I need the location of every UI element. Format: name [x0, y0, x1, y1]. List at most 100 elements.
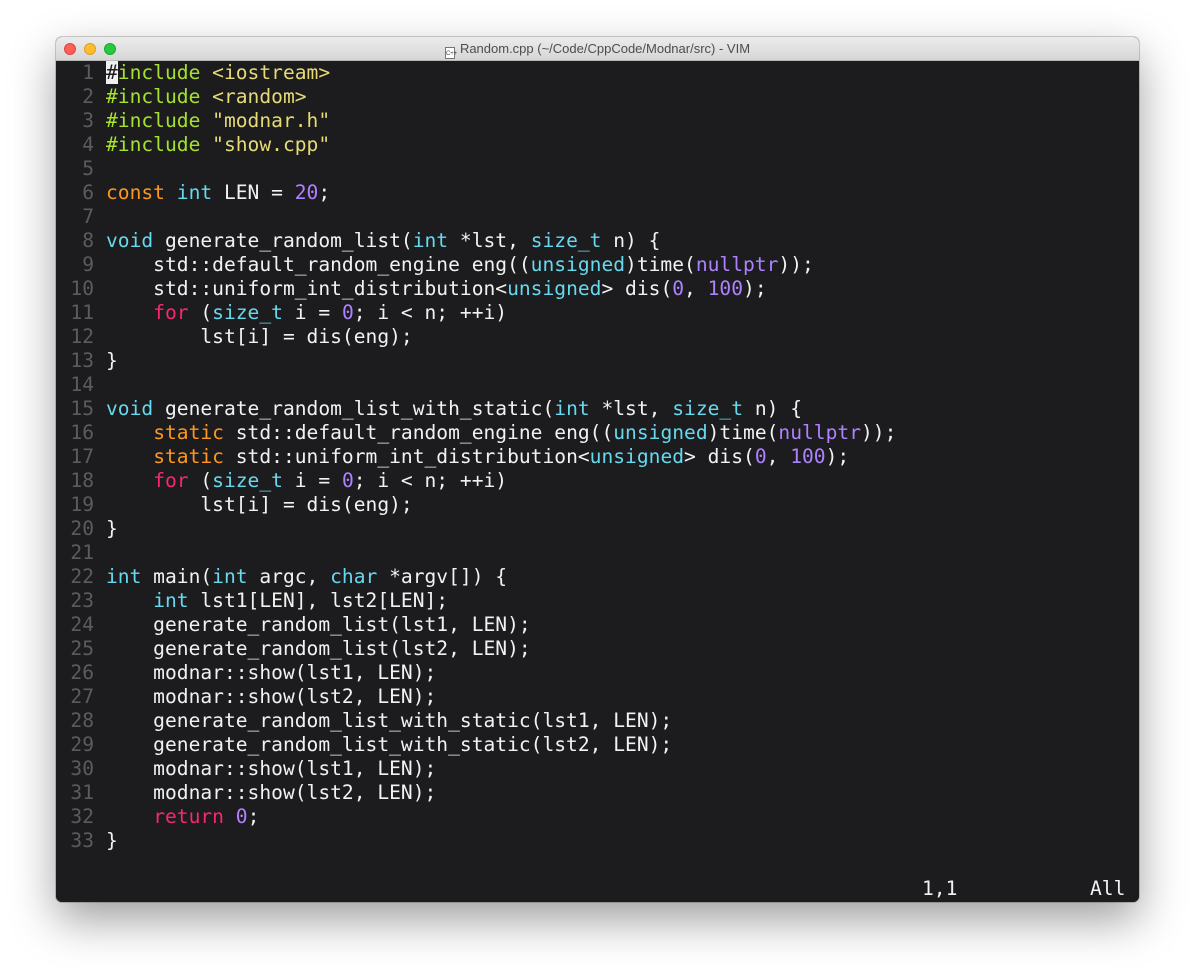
line-number: 17	[70, 445, 94, 468]
code-line[interactable]: 9 std::default_random_engine eng((unsign…	[56, 253, 1139, 277]
code-line[interactable]: 7	[56, 205, 1139, 229]
code-token: ));	[778, 253, 814, 276]
code-token: size_t	[530, 229, 602, 252]
code-token: nullptr	[778, 421, 861, 444]
code-token: std::default_random_engine eng((	[223, 421, 614, 444]
code-line[interactable]: 6 const int LEN = 20;	[56, 181, 1139, 205]
line-number: 3	[82, 109, 94, 132]
code-line[interactable]: 1 #include <iostream>	[56, 61, 1139, 85]
code-line[interactable]: 20}	[56, 517, 1139, 541]
line-number: 5	[82, 157, 94, 180]
code-line[interactable]: 25 generate_random_list(lst2, LEN);	[56, 637, 1139, 661]
code-token: ;	[247, 805, 260, 828]
scroll-position: All	[1090, 877, 1126, 900]
code-token: ));	[861, 421, 897, 444]
code-token: void	[106, 229, 154, 252]
code-token: unsigned	[613, 421, 708, 444]
code-line[interactable]: 18 for (size_t i = 0; i < n; ++i)	[56, 469, 1139, 493]
code-token: for	[153, 469, 189, 492]
code-token: 0	[341, 469, 354, 492]
code-token: (	[188, 301, 213, 324]
code-line[interactable]: 32 return 0;	[56, 805, 1139, 829]
code-line[interactable]: 22 int main(int argc, char *argv[]) {	[56, 565, 1139, 589]
code-line[interactable]: 11 for (size_t i = 0; i < n; ++i)	[56, 301, 1139, 325]
line-text: generate_random_list_with_static(lst1, L…	[106, 709, 672, 733]
code-line[interactable]: 31 modnar::show(lst2, LEN);	[56, 781, 1139, 805]
line-text: modnar::show(lst1, LEN);	[106, 757, 436, 781]
code-line[interactable]: 28 generate_random_list_with_static(lst1…	[56, 709, 1139, 733]
line-text: #include "modnar.h"	[106, 109, 330, 133]
code-line[interactable]: 4 #include "show.cpp"	[56, 133, 1139, 157]
editor-buffer[interactable]: 1 #include <iostream> 2 #include <random> 3 #…	[56, 61, 1139, 902]
code-line[interactable]: 15 void generate_random_list_with_static(…	[56, 397, 1139, 421]
code-token: #include	[106, 85, 213, 108]
code-line[interactable]: 12 lst[i] = dis(eng);	[56, 325, 1139, 349]
text-cursor: #	[106, 61, 118, 84]
code-line[interactable]: 16 static std::default_random_engine eng…	[56, 421, 1139, 445]
code-line[interactable]: 27 modnar::show(lst2, LEN);	[56, 685, 1139, 709]
code-token: n) {	[743, 397, 803, 420]
code-token: *lst,	[589, 397, 673, 420]
line-number: 11	[70, 301, 94, 324]
code-line[interactable]: 17 static std::uniform_int_distribution<…	[56, 445, 1139, 469]
code-line[interactable]: 21	[56, 541, 1139, 565]
code-token: int	[106, 565, 142, 588]
code-token: generate_random_list_with_static(lst2, L…	[106, 733, 673, 756]
line-number: 22	[70, 565, 94, 588]
code-line[interactable]: 2 #include <random>	[56, 85, 1139, 109]
code-token: 20	[294, 181, 319, 204]
code-token: ; i < n; ++i)	[353, 301, 508, 324]
line-number: 4	[82, 133, 94, 156]
line-number: 25	[70, 637, 94, 660]
code-token: }	[106, 517, 118, 540]
line-text: }	[106, 829, 118, 853]
code-line[interactable]: 8 void generate_random_list(int *lst, siz…	[56, 229, 1139, 253]
code-line[interactable]: 14	[56, 373, 1139, 397]
code-line[interactable]: 23 int lst1[LEN], lst2[LEN];	[56, 589, 1139, 613]
code-token: modnar::show(lst2, LEN);	[106, 781, 437, 804]
line-text: modnar::show(lst2, LEN);	[106, 685, 436, 709]
code-line[interactable]: 33}	[56, 829, 1139, 853]
code-line[interactable]: 10 std::uniform_int_distribution<unsigne…	[56, 277, 1139, 301]
line-number: 20	[70, 517, 94, 540]
code-line[interactable]: 19 lst[i] = dis(eng);	[56, 493, 1139, 517]
line-text: modnar::show(lst2, LEN);	[106, 781, 436, 805]
cpp-file-icon: C++	[444, 47, 457, 59]
line-number: 2	[82, 85, 94, 108]
code-lines: 1 #include <iostream> 2 #include <random> 3 #…	[56, 61, 1139, 853]
line-number: 13	[70, 349, 94, 372]
code-token: #include	[106, 109, 213, 132]
vim-window: C++ Random.cpp (~/Code/CppCode/Modnar/src…	[56, 37, 1139, 902]
line-text: }	[106, 349, 118, 373]
code-token: static	[153, 445, 224, 468]
line-text: #include <iostream>	[106, 61, 330, 85]
code-token: int	[554, 397, 590, 420]
code-token: (	[188, 469, 213, 492]
code-line[interactable]: 24 generate_random_list(lst1, LEN);	[56, 613, 1139, 637]
code-line[interactable]: 29 generate_random_list_with_static(lst2…	[56, 733, 1139, 757]
code-line[interactable]: 3 #include "modnar.h"	[56, 109, 1139, 133]
title-bar[interactable]: C++ Random.cpp (~/Code/CppCode/Modnar/src…	[56, 37, 1139, 61]
code-token: static	[153, 421, 224, 444]
code-token: nullptr	[695, 253, 779, 276]
code-token: ,	[684, 277, 708, 300]
code-line[interactable]: 13}	[56, 349, 1139, 373]
code-token: std::uniform_int_distribution<	[106, 277, 508, 300]
code-token: int	[153, 589, 189, 612]
code-token: modnar::show(lst1, LEN);	[106, 661, 437, 684]
code-token: );	[743, 277, 767, 300]
line-number: 21	[70, 541, 94, 564]
status-line: 1,1 All	[56, 877, 1139, 901]
code-token: <random>	[212, 85, 307, 108]
code-token: generate_random_list_with_static(lst1, L…	[106, 709, 673, 732]
line-number: 8	[82, 229, 94, 252]
line-text: return 0;	[106, 805, 259, 829]
code-line[interactable]: 30 modnar::show(lst1, LEN);	[56, 757, 1139, 781]
line-number: 24	[70, 613, 94, 636]
code-line[interactable]: 5	[56, 157, 1139, 181]
code-line[interactable]: 26 modnar::show(lst1, LEN);	[56, 661, 1139, 685]
